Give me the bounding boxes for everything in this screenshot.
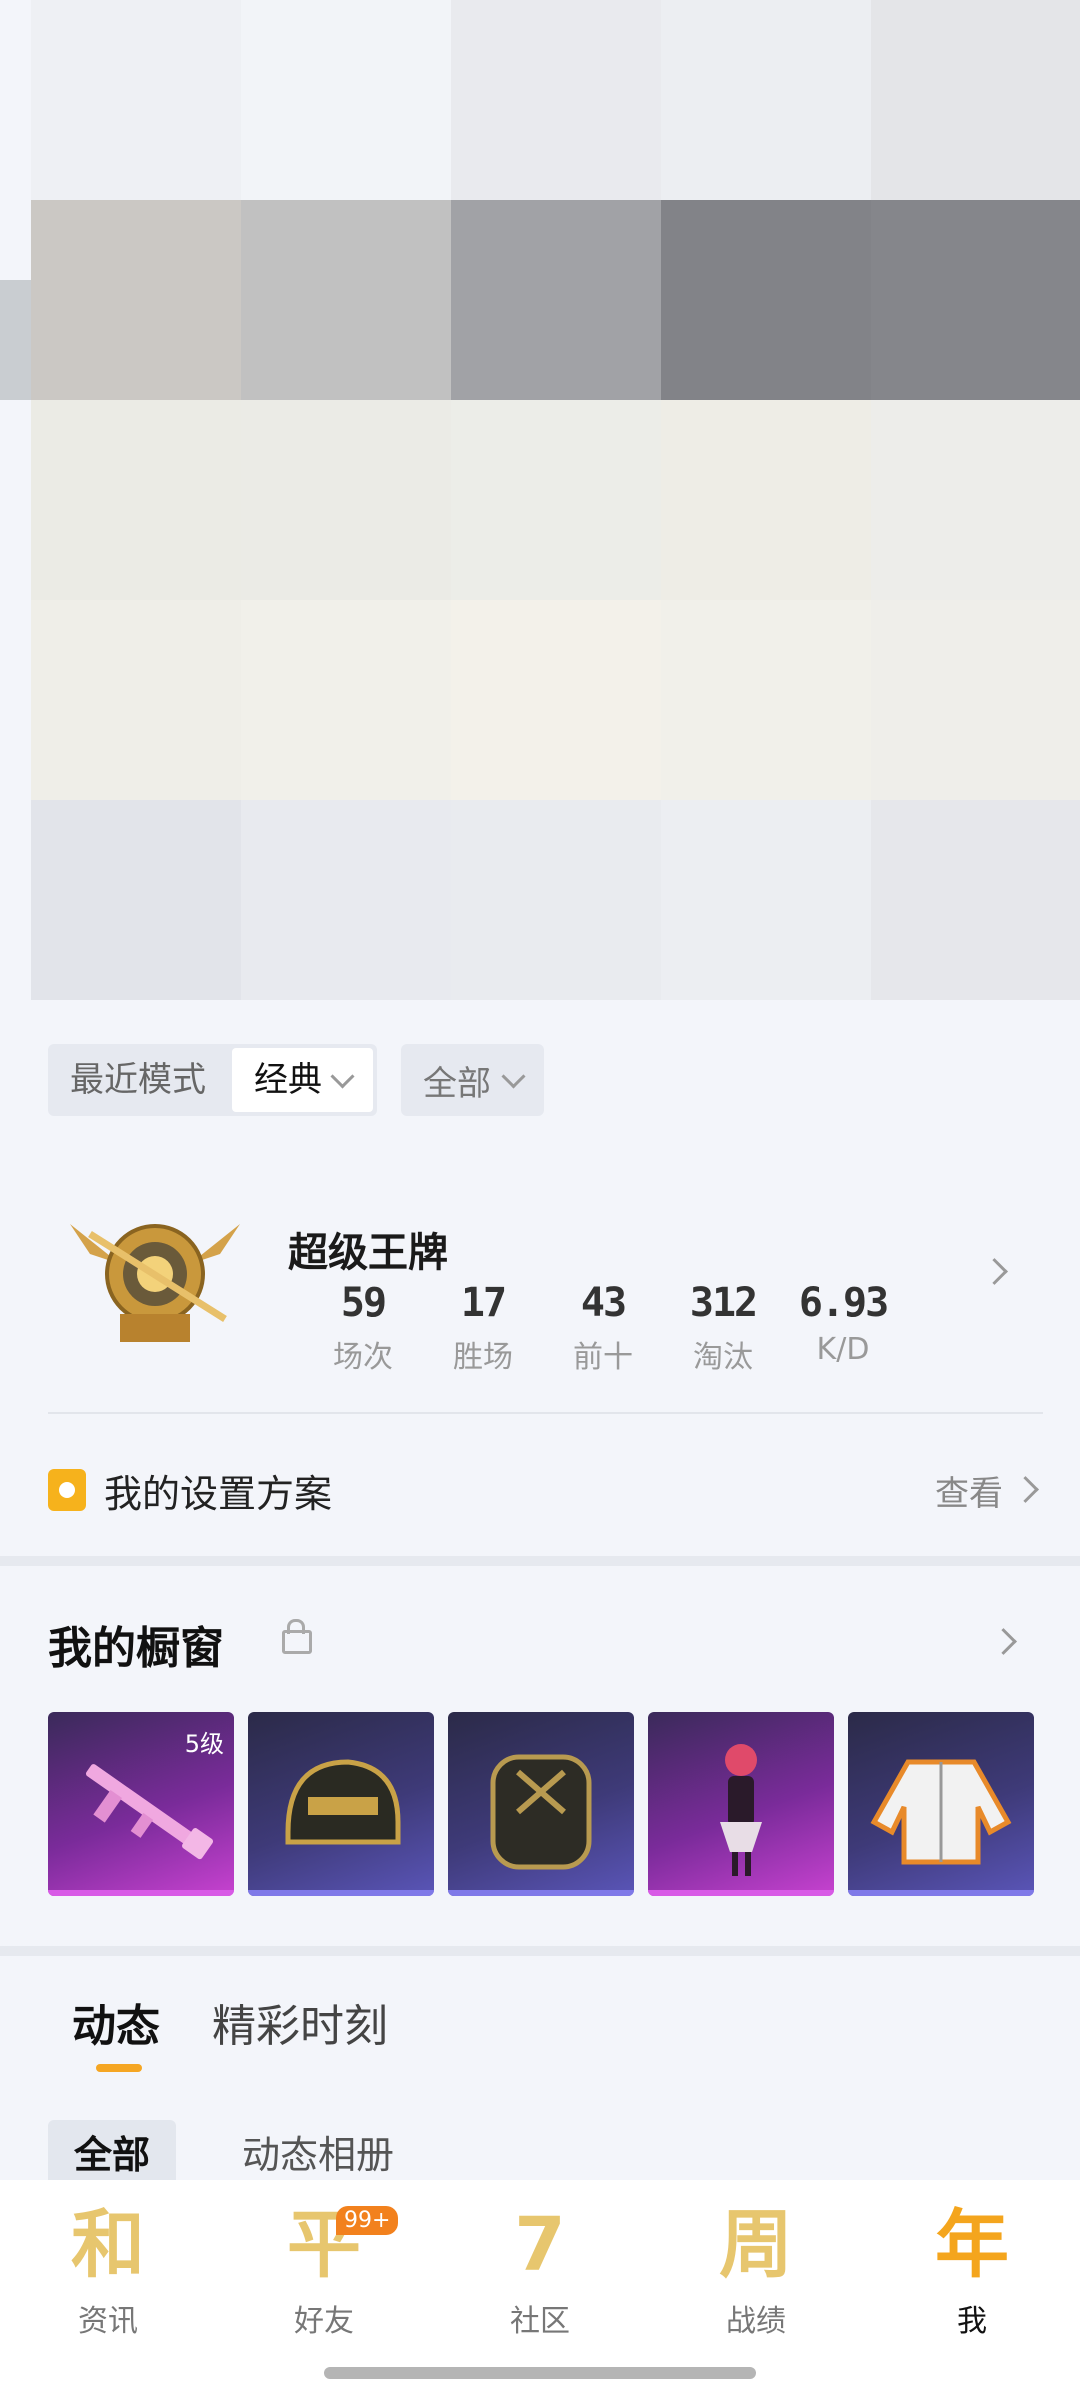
nav-label: 资讯	[78, 2304, 138, 2339]
record-icon: 周	[719, 2202, 793, 2288]
pixel-block	[241, 400, 451, 600]
pixel-block	[241, 0, 451, 200]
pixel-block	[871, 800, 1080, 1000]
pixel-block	[661, 0, 871, 200]
character-icon	[720, 1744, 762, 1876]
helmet-icon	[285, 1759, 401, 1845]
section-separator	[0, 1556, 1080, 1566]
settings-plan-row[interactable]: 我的设置方案 查看	[48, 1450, 1043, 1530]
chevron-down-icon	[330, 1063, 355, 1089]
view-link[interactable]: 查看	[935, 1466, 1003, 1515]
mode-filter-dropdown[interactable]: 经典	[232, 1048, 373, 1112]
nav-item-friends[interactable]: 平 99+ 好友	[244, 2200, 404, 2340]
pixel-block	[451, 200, 661, 400]
rank-title: 超级王牌	[288, 1230, 448, 1276]
showcase-item-rifle[interactable]: 5级	[48, 1712, 234, 1896]
pixel-block	[661, 200, 871, 400]
scope-filter-value: 全部	[423, 1063, 491, 1104]
pixel-grid	[31, 0, 1080, 1000]
mode-filter[interactable]: 最近模式 经典	[48, 1044, 377, 1116]
rarity-bar	[248, 1890, 434, 1896]
blurred-header-image	[0, 0, 1080, 1000]
pixel-block	[661, 800, 871, 1000]
nav-label: 我	[957, 2304, 987, 2339]
settings-plan-title: 我的设置方案	[104, 1471, 333, 1516]
rarity-bar	[448, 1890, 634, 1896]
stat-kd: 6.93 K/D	[768, 1280, 918, 1376]
chevron-down-icon	[501, 1063, 526, 1089]
pixel-block	[241, 800, 451, 1000]
item-level-badge: 5级	[184, 1730, 224, 1758]
chevron-right-icon[interactable]	[990, 1628, 1017, 1655]
tab-highlights[interactable]: 精彩时刻	[212, 1990, 388, 2054]
stat-value: 6.93	[798, 1280, 889, 1326]
rank-card[interactable]: 超级王牌 59 场次 17 胜场 43 前十 312 淘汰 6.93 K/D	[48, 1180, 1043, 1410]
pixel-block	[451, 0, 661, 200]
pixel-block	[451, 800, 661, 1000]
nav-label: 战绩	[726, 2304, 786, 2339]
nav-label: 社区	[510, 2304, 570, 2339]
feed-tabs: 动态 精彩时刻	[72, 1990, 388, 2072]
nav-label: 好友	[294, 2304, 354, 2339]
section-separator	[0, 1946, 1080, 1956]
pixel-block	[31, 600, 241, 800]
news-icon: 和	[71, 2202, 145, 2288]
nav-item-record[interactable]: 周 战绩	[676, 2200, 836, 2340]
nav-item-community[interactable]: 7 社区	[460, 2200, 620, 2340]
pixel-block	[661, 400, 871, 600]
pixel-block	[451, 600, 661, 800]
me-icon: 年	[935, 2202, 1009, 2288]
showcase-items: 5级	[48, 1712, 1034, 1896]
pixel-block	[871, 200, 1080, 400]
rarity-bar	[48, 1890, 234, 1896]
pixel-block	[871, 400, 1080, 600]
left-strip-shade	[0, 280, 31, 400]
divider	[48, 1412, 1043, 1414]
mode-filter-label: 最近模式	[70, 1060, 206, 1100]
community-icon: 7	[514, 2202, 566, 2288]
pixel-block	[31, 800, 241, 1000]
chevron-right-icon	[1012, 1476, 1039, 1503]
showcase-item-jacket[interactable]	[848, 1712, 1034, 1896]
pixel-block	[871, 600, 1080, 800]
chevron-right-icon	[981, 1258, 1008, 1285]
pixel-block	[31, 400, 241, 600]
ace-rank-badge-icon	[70, 1224, 240, 1342]
pixel-block	[871, 0, 1080, 200]
left-strip	[0, 0, 31, 1000]
home-indicator[interactable]	[324, 2367, 756, 2379]
showcase-item-helmet[interactable]	[248, 1712, 434, 1896]
filter-bar: 最近模式 经典 全部	[48, 1044, 544, 1116]
nav-item-me[interactable]: 年 我	[892, 2200, 1052, 2340]
jacket-icon	[870, 1759, 1012, 1865]
pixel-block	[31, 200, 241, 400]
stats-row: 59 场次 17 胜场 43 前十 312 淘汰 6.93 K/D	[288, 1280, 918, 1376]
scope-filter-dropdown[interactable]: 全部	[401, 1044, 544, 1116]
backpack-icon	[490, 1754, 592, 1870]
showcase-item-backpack[interactable]	[448, 1712, 634, 1896]
tab-activity[interactable]: 动态	[72, 1990, 160, 2072]
rarity-bar	[648, 1890, 834, 1896]
pixel-block	[31, 0, 241, 200]
lock-icon[interactable]	[282, 1619, 312, 1654]
showcase-item-character[interactable]	[648, 1712, 834, 1896]
showcase-title[interactable]: 我的橱窗	[48, 1612, 224, 1676]
stat-label: K/D	[816, 1332, 870, 1367]
clipboard-gear-icon	[48, 1469, 86, 1511]
pixel-block	[661, 600, 871, 800]
notification-badge: 99+	[336, 2206, 399, 2235]
pixel-block	[241, 600, 451, 800]
mode-filter-value: 经典	[254, 1060, 322, 1100]
pixel-block	[451, 400, 661, 600]
nav-item-news[interactable]: 和 资讯	[28, 2200, 188, 2340]
pixel-block	[241, 200, 451, 400]
rarity-bar	[848, 1890, 1034, 1896]
